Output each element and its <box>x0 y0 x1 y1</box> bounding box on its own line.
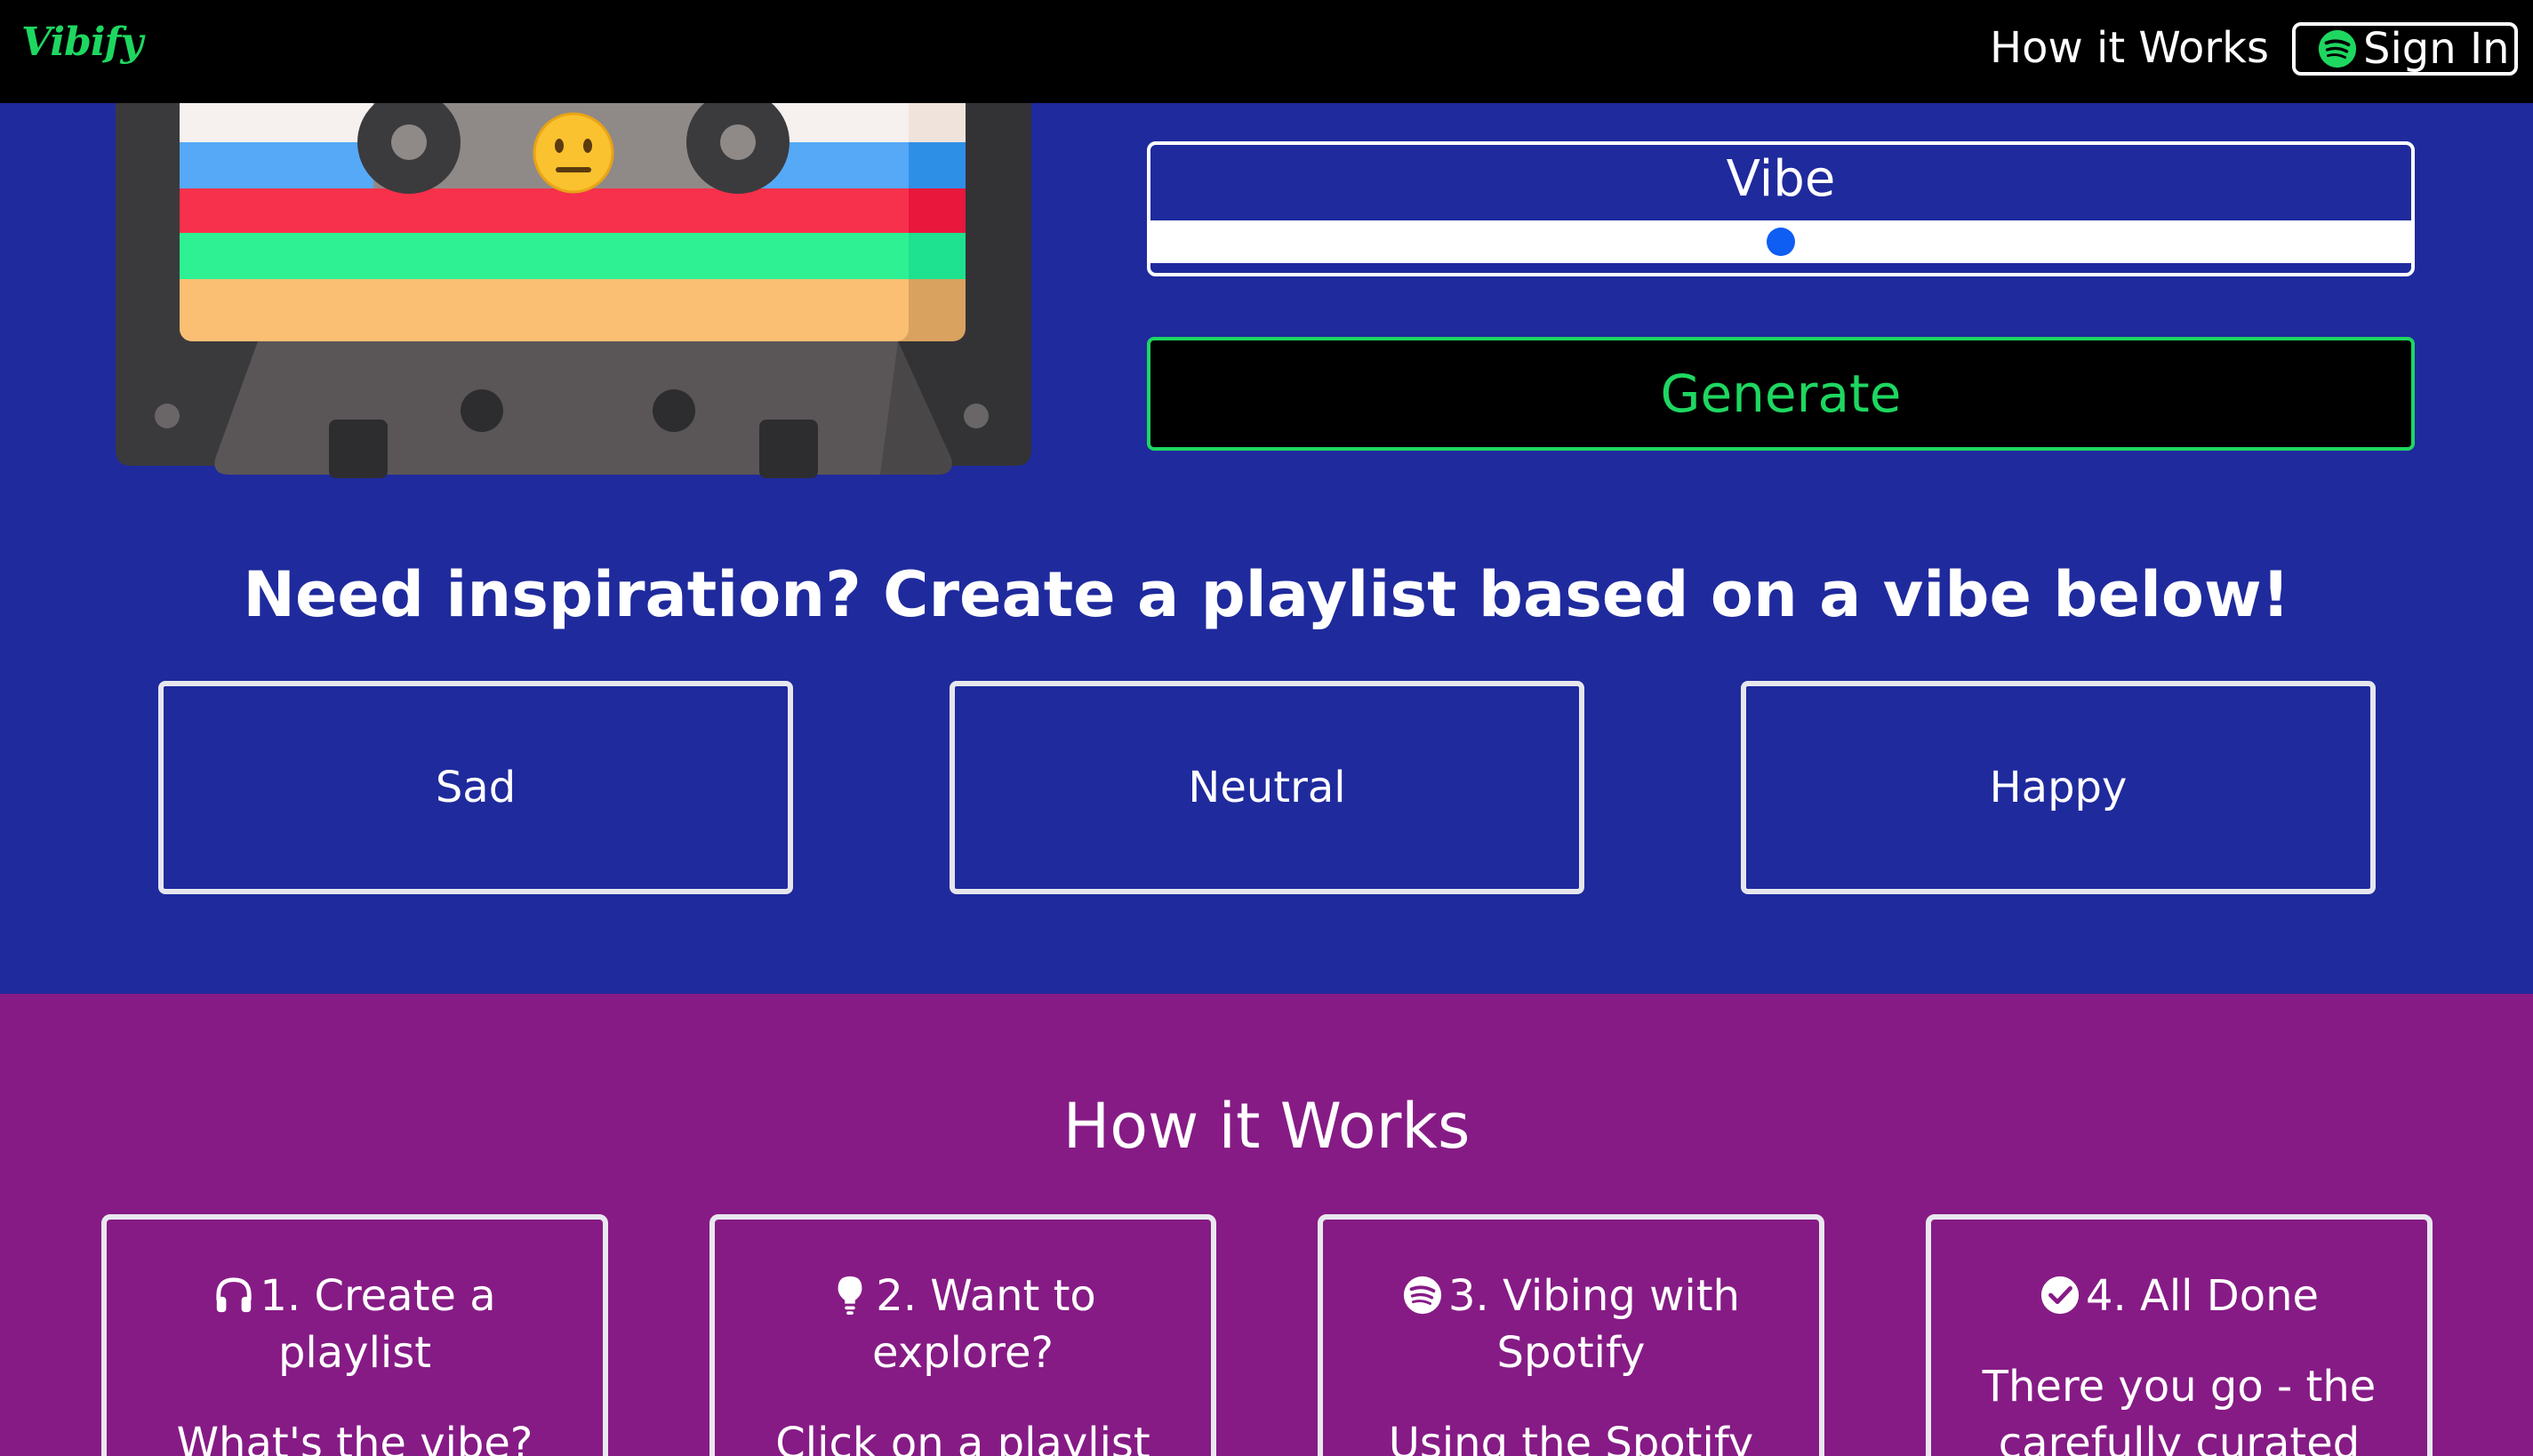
step-card-title: 2. Want to explore? <box>715 1268 1211 1381</box>
step-card-title-text: 3. Vibing with Spotify <box>1448 1271 1740 1378</box>
sign-in-button[interactable]: Sign In <box>2292 22 2518 76</box>
step-card-body: Click on a playlist <box>775 1419 1150 1456</box>
step-card-title-text: 1. Create a playlist <box>260 1271 496 1378</box>
vibe-slider[interactable] <box>1150 220 2411 263</box>
how-it-works-title: How it Works <box>1062 1090 1471 1163</box>
step-card-title-text: 2. Want to explore? <box>872 1271 1096 1378</box>
vibe-slider-panel: Vibe <box>1147 141 2415 276</box>
step-card-4: 4. All Done There you go - the carefully… <box>1926 1214 2433 1456</box>
vibe-label: Vibe <box>1726 150 1836 208</box>
step-card-title-text: 4. All Done <box>2085 1271 2320 1321</box>
step-card-title: 3. Vibing with Spotify <box>1323 1268 1819 1381</box>
lightbulb-icon <box>838 1276 862 1316</box>
cassette-illustration <box>116 103 1031 478</box>
headphones-icon <box>216 1277 252 1313</box>
step-card-2: 2. Want to explore? Click on a playlist <box>709 1214 1216 1456</box>
check-circle-icon <box>2040 1276 2080 1315</box>
mood-button-neutral[interactable]: Neutral <box>950 681 1584 894</box>
sign-in-label: Sign In <box>2363 24 2510 74</box>
step-card-title: 4. All Done <box>1931 1268 2427 1324</box>
mood-button-sad[interactable]: Sad <box>158 681 793 894</box>
spotify-icon <box>2318 29 2357 68</box>
neutral-face-icon <box>533 112 614 194</box>
inspiration-heading: Need inspiration? Create a playlist base… <box>243 558 2290 631</box>
mood-button-happy[interactable]: Happy <box>1741 681 2376 894</box>
step-card-title: 1. Create a playlist <box>107 1268 603 1381</box>
generate-button[interactable]: Generate <box>1147 337 2415 451</box>
step-card-1: 1. Create a playlist What's the vibe? <box>101 1214 608 1456</box>
step-card-3: 3. Vibing with Spotify Using the Spotify <box>1318 1214 1824 1456</box>
nav-how-it-works-link[interactable]: How it Works <box>1990 23 2269 73</box>
how-it-works-section: How it Works 1. Create a playlist What's… <box>0 994 2533 1456</box>
step-card-body: What's the vibe? <box>176 1419 533 1456</box>
vibe-slider-thumb[interactable] <box>1767 228 1795 256</box>
spotify-icon <box>1403 1276 1442 1315</box>
step-card-body: Using the Spotify <box>1388 1419 1754 1456</box>
step-card-body: There you go - the carefully curated <box>1982 1362 2377 1456</box>
brand-logo[interactable]: Vibify <box>21 20 143 65</box>
navbar: Vibify How it Works Sign In <box>0 0 2533 103</box>
